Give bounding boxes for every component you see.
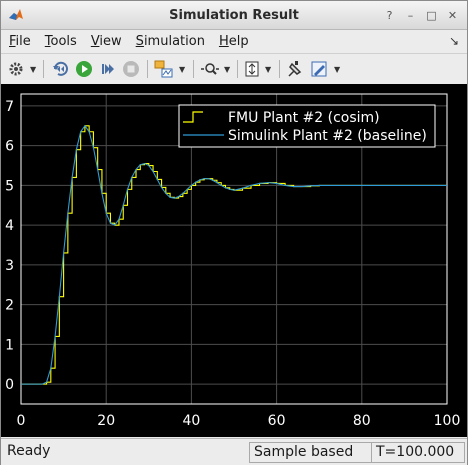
- y-tick-label: 7: [5, 99, 14, 115]
- step-back-icon[interactable]: [51, 59, 69, 79]
- run-icon[interactable]: [74, 59, 94, 79]
- maximize-icon[interactable]: □: [423, 7, 440, 23]
- autoscale-dropdown-icon[interactable]: ▼: [265, 65, 271, 74]
- series-line-fmu: [21, 125, 447, 385]
- y-tick-label: 6: [5, 139, 14, 155]
- settings-dropdown-icon[interactable]: ▼: [30, 65, 36, 74]
- highlight-icon[interactable]: [285, 59, 305, 79]
- y-tick-label: 4: [5, 218, 14, 234]
- menu-bar: File Tools View Simulation Help ↘: [1, 30, 467, 52]
- y-tick-label: 2: [5, 298, 14, 314]
- undock-arrow-icon[interactable]: ↘: [449, 34, 459, 48]
- legend: FMU Plant #2 (cosim) Simulink Plant #2 (b…: [178, 104, 436, 148]
- simulation-time: T=100.000: [371, 442, 465, 463]
- zoom-icon[interactable]: [199, 59, 221, 79]
- simulation-result-window: Simulation Result ? – □ ✕ File Tools Vie…: [0, 0, 468, 465]
- series-lines: [21, 124, 447, 385]
- style-icon[interactable]: [309, 59, 329, 79]
- style-dropdown-icon[interactable]: ▼: [334, 65, 340, 74]
- toolbar-separator: [237, 60, 238, 78]
- x-tick-label: 20: [97, 413, 115, 429]
- x-tick-label: 40: [182, 413, 200, 429]
- tick-labels: 0 20 40 60 80 100 0 1 2 3 4 5 6 7: [5, 99, 460, 429]
- zoom-dropdown-icon[interactable]: ▼: [224, 65, 230, 74]
- y-tick-label: 0: [5, 377, 14, 393]
- minimize-icon[interactable]: –: [402, 7, 419, 23]
- status-ready: Ready: [7, 443, 51, 459]
- menu-file[interactable]: File: [9, 34, 31, 49]
- x-tick-label: 80: [353, 413, 371, 429]
- toolbar-separator: [193, 60, 194, 78]
- sample-mode-indicator: Sample based: [249, 442, 372, 463]
- title-bar[interactable]: Simulation Result ? – □ ✕: [1, 1, 467, 30]
- data-inspector-icon[interactable]: [153, 59, 175, 79]
- legend-label: FMU Plant #2 (cosim): [228, 110, 380, 126]
- legend-label: Simulink Plant #2 (baseline): [228, 128, 427, 144]
- toolbar-separator: [279, 60, 280, 78]
- menu-tools[interactable]: Tools: [45, 34, 77, 49]
- x-tick-label: 60: [268, 413, 286, 429]
- close-icon[interactable]: ✕: [444, 7, 461, 23]
- data-inspector-dropdown-icon[interactable]: ▼: [179, 65, 185, 74]
- y-tick-label: 3: [5, 258, 14, 274]
- y-tick-label: 1: [5, 337, 14, 353]
- scope-plot-area: 0 20 40 60 80 100 0 1 2 3 4 5 6 7 FMU Plant #2 (cosim…: [1, 84, 467, 437]
- autoscale-icon[interactable]: [243, 59, 261, 79]
- menu-help[interactable]: Help: [219, 34, 249, 49]
- step-forward-icon[interactable]: [99, 59, 117, 79]
- status-bar: Ready Sample based T=100.000: [1, 438, 467, 465]
- toolbar: ▼ ▼ ▼ ▼ ▼: [1, 53, 467, 85]
- x-tick-label: 0: [17, 413, 26, 429]
- y-tick-label: 5: [5, 178, 14, 194]
- toolbar-separator: [43, 60, 44, 78]
- scope-plot[interactable]: 0 20 40 60 80 100 0 1 2 3 4 5 6 7 FMU Plant #2 (cosim…: [1, 84, 467, 437]
- menu-view[interactable]: View: [91, 34, 122, 49]
- help-window-icon[interactable]: ?: [381, 7, 398, 23]
- x-tick-label: 100: [434, 413, 461, 429]
- stop-icon[interactable]: [121, 59, 141, 79]
- toolbar-separator: [147, 60, 148, 78]
- series-line-simulink: [21, 124, 447, 385]
- menu-simulation[interactable]: Simulation: [136, 34, 205, 49]
- settings-icon[interactable]: [7, 59, 25, 79]
